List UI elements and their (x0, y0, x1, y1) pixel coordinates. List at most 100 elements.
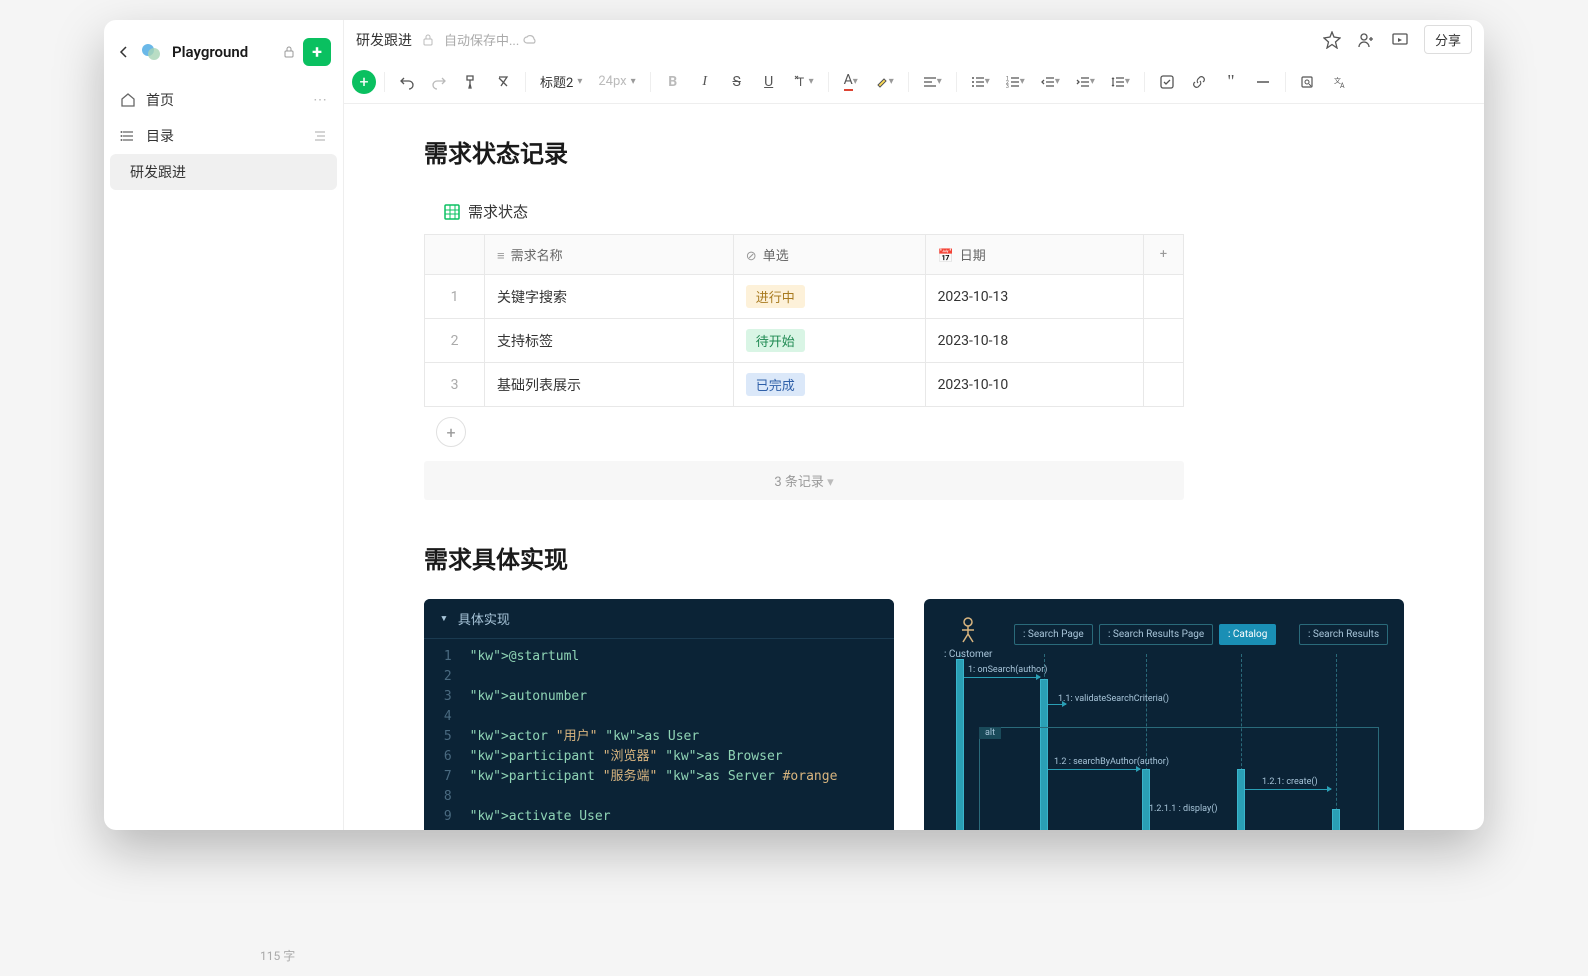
col-name[interactable]: ≡需求名称 (485, 235, 734, 275)
nav-current-doc[interactable]: 研发跟进 (110, 154, 337, 190)
cell-status[interactable]: 已完成 (733, 363, 925, 407)
cell-status[interactable]: 进行中 (733, 275, 925, 319)
nav-current-doc-label: 研发跟进 (130, 162, 186, 182)
col-date[interactable]: 📅日期 (925, 235, 1143, 275)
indent-button[interactable]: ▾ (1070, 68, 1101, 96)
code-block[interactable]: ▾ 具体实现 123456789101112 "kw">@startuml "k… (424, 599, 894, 830)
translate-button[interactable]: 文A (1326, 68, 1354, 96)
data-table[interactable]: ≡需求名称 ⊘单选 📅日期 + 1 关键字搜索 进行中 2023-10-13 2… (424, 234, 1184, 407)
row-num: 3 (425, 363, 485, 407)
divider-button[interactable] (1249, 68, 1277, 96)
table-block: 需求状态 ≡需求名称 ⊘单选 📅日期 + 1 关键字搜索 进行中 20 (424, 193, 1404, 500)
row-num: 2 (425, 319, 485, 363)
redo-button[interactable] (425, 68, 453, 96)
task-button[interactable] (1153, 68, 1181, 96)
lock-icon (422, 34, 434, 46)
workspace-logo-icon (140, 40, 164, 64)
toc-toggle-icon[interactable] (313, 129, 327, 143)
nav-toc[interactable]: 目录 (110, 118, 337, 154)
undo-button[interactable] (393, 68, 421, 96)
nav-home[interactable]: 首页 ⋯ (110, 82, 337, 118)
topbar: 研发跟进 自动保存中... 分享 (344, 20, 1484, 60)
quote-button[interactable]: " (1217, 68, 1245, 96)
align-button[interactable]: ▾ (917, 68, 948, 96)
fontsize-select[interactable]: 24px▾ (592, 74, 641, 89)
present-icon[interactable] (1390, 30, 1410, 50)
line-height-button[interactable]: ▾ (1105, 68, 1136, 96)
bullet-list-button[interactable]: ▾ (965, 68, 996, 96)
ordered-list-button[interactable]: 123▾ (1000, 68, 1031, 96)
add-user-icon[interactable] (1356, 30, 1376, 50)
collapse-icon[interactable]: ▾ (440, 611, 448, 626)
workspace-name[interactable]: Playground (172, 43, 275, 61)
participant-catalog: : Catalog (1219, 624, 1276, 645)
toc-icon (120, 128, 136, 144)
cell-name[interactable]: 基础列表展示 (485, 363, 734, 407)
col-select[interactable]: ⊘单选 (733, 235, 925, 275)
more-icon[interactable]: ⋯ (313, 92, 327, 108)
cell-name[interactable]: 关键字搜索 (485, 275, 734, 319)
add-button[interactable]: + (303, 38, 331, 66)
table-row[interactable]: 2 支持标签 待开始 2023-10-18 (425, 319, 1184, 363)
heading-impl[interactable]: 需求具体实现 (424, 540, 1404, 575)
code-title: 具体实现 (458, 609, 510, 628)
back-icon[interactable] (116, 44, 132, 60)
doc-title[interactable]: 研发跟进 (356, 30, 412, 50)
highlight-button[interactable]: ▾ (869, 68, 900, 96)
code-content[interactable]: "kw">@startuml "kw">autonumber "kw">acto… (458, 639, 850, 830)
autosave-status: 自动保存中... (444, 30, 537, 49)
topbar-right: 分享 (1322, 25, 1472, 54)
outdent-button[interactable]: ▾ (1035, 68, 1066, 96)
code-header[interactable]: ▾ 具体实现 (424, 599, 894, 639)
text-color-button[interactable]: A▾ (837, 68, 865, 96)
cell-empty[interactable] (1144, 363, 1184, 407)
participant-results-page: : Search Results Page (1099, 624, 1213, 645)
textstyle-button[interactable]: T▾ (787, 68, 820, 96)
cell-status[interactable]: 待开始 (733, 319, 925, 363)
table-icon (444, 204, 460, 220)
star-icon[interactable] (1322, 30, 1342, 50)
cell-date[interactable]: 2023-10-18 (925, 319, 1143, 363)
svg-text:A: A (1340, 82, 1345, 89)
heading-select[interactable]: 标题2▾ (534, 72, 588, 91)
svg-text:T: T (797, 75, 804, 89)
share-button[interactable]: 分享 (1424, 25, 1472, 54)
svg-text:3: 3 (1006, 84, 1009, 89)
format-painter-button[interactable] (457, 68, 485, 96)
insert-button[interactable]: + (352, 70, 376, 94)
heading-status[interactable]: 需求状态记录 (424, 134, 1404, 169)
toolbar: + 标题2▾ 24px▾ B I S U T▾ A▾ ▾ ▾ ▾ 123▾ ▾ … (344, 60, 1484, 104)
cell-name[interactable]: 支持标签 (485, 319, 734, 363)
diagram-block[interactable]: : Customer : Search Page : Search Result… (924, 599, 1404, 830)
find-button[interactable] (1294, 68, 1322, 96)
sidebar: Playground + 首页 ⋯ 目录 (104, 20, 344, 830)
table-title[interactable]: 需求状态 (424, 193, 1404, 234)
link-button[interactable] (1185, 68, 1213, 96)
lock-icon (283, 46, 295, 58)
cell-date[interactable]: 2023-10-13 (925, 275, 1143, 319)
word-count: 115 字 (260, 947, 295, 964)
table-name: 需求状态 (468, 201, 528, 222)
content: 需求状态记录 需求状态 ≡需求名称 ⊘单选 📅日期 (344, 104, 1484, 830)
cell-empty[interactable] (1144, 275, 1184, 319)
cell-empty[interactable] (1144, 319, 1184, 363)
underline-button[interactable]: U (755, 68, 783, 96)
actor-customer: : Customer (944, 617, 992, 660)
add-column-button[interactable]: + (1144, 235, 1184, 275)
row-num: 1 (425, 275, 485, 319)
table-row[interactable]: 1 关键字搜索 进行中 2023-10-13 (425, 275, 1184, 319)
italic-button[interactable]: I (691, 68, 719, 96)
bold-button[interactable]: B (659, 68, 687, 96)
table-row[interactable]: 3 基础列表展示 已完成 2023-10-10 (425, 363, 1184, 407)
home-icon (120, 92, 136, 108)
line-numbers: 123456789101112 (424, 639, 458, 830)
sidebar-header: Playground + (104, 28, 343, 76)
sidebar-nav: 首页 ⋯ 目录 研发跟进 (104, 76, 343, 196)
nav-toc-label: 目录 (146, 126, 174, 146)
cell-date[interactable]: 2023-10-10 (925, 363, 1143, 407)
table-footer[interactable]: 3 条记录 ▾ (424, 461, 1184, 500)
clear-format-button[interactable] (489, 68, 517, 96)
strikethrough-button[interactable]: S (723, 68, 751, 96)
code-row: ▾ 具体实现 123456789101112 "kw">@startuml "k… (424, 599, 1404, 830)
add-row-button[interactable]: + (436, 417, 466, 447)
